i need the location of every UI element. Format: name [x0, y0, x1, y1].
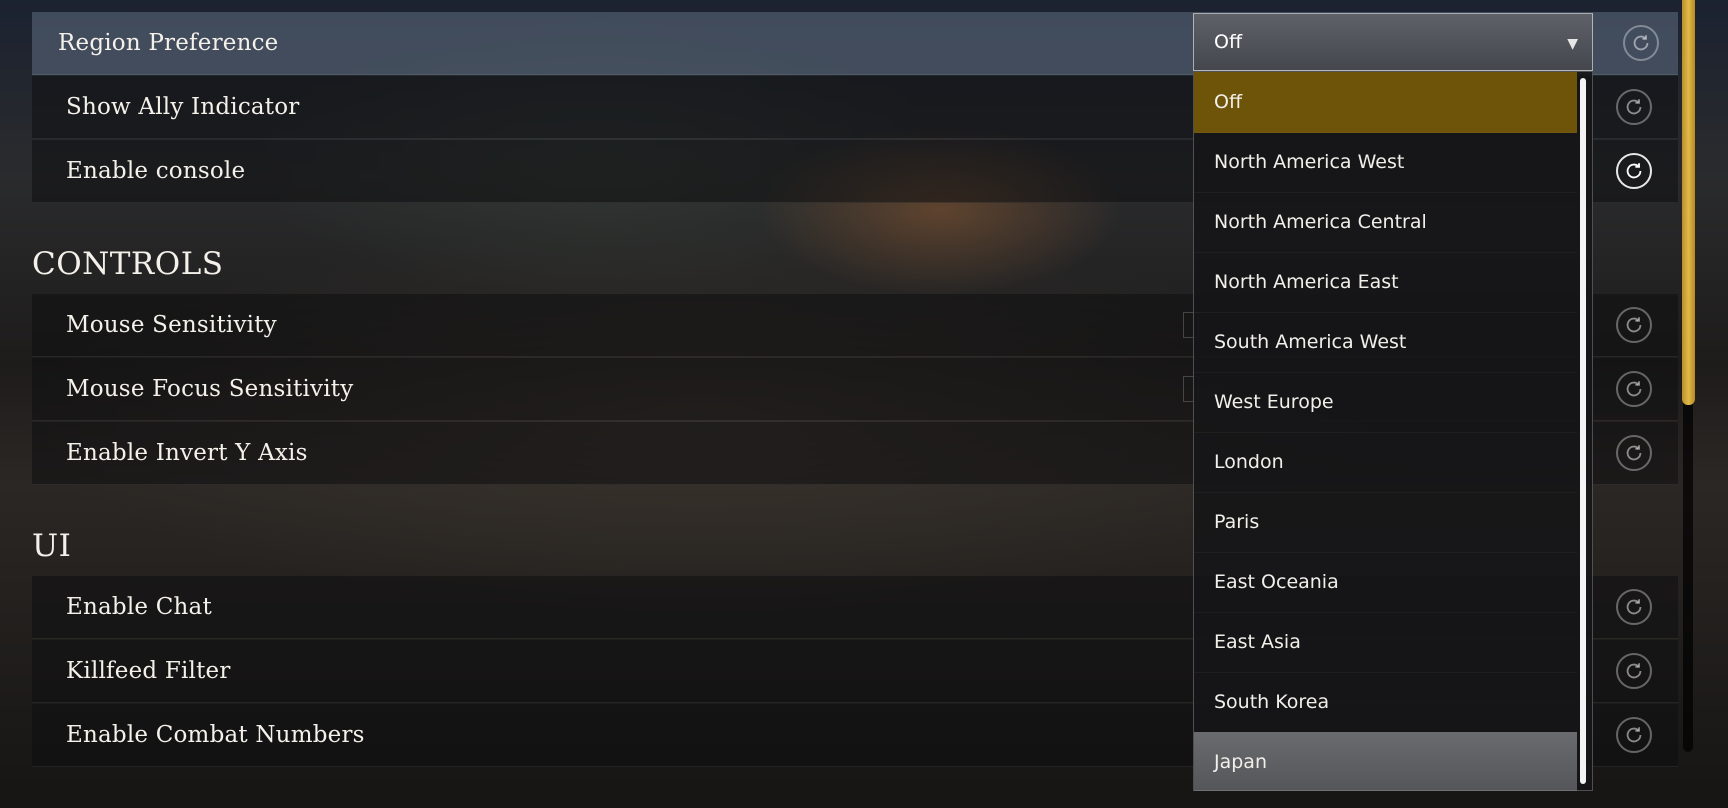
- dropdown-option-west-europe[interactable]: West Europe: [1194, 372, 1577, 433]
- reset-button-enable-console[interactable]: [1616, 153, 1652, 189]
- dropdown-option-south-america-west[interactable]: South America West: [1194, 312, 1577, 373]
- section-title-ui: UI: [32, 528, 72, 564]
- option-label: Japan: [1214, 751, 1267, 773]
- reset-icon: [1626, 727, 1642, 743]
- dropdown-option-paris[interactable]: Paris: [1194, 492, 1577, 553]
- dropdown-option-north-america-central[interactable]: North America Central: [1194, 192, 1577, 253]
- dropdown-option-north-america-east[interactable]: North America East: [1194, 252, 1577, 313]
- reset-icon: [1626, 599, 1642, 615]
- reset-button-mouse-focus-sensitivity[interactable]: [1616, 371, 1652, 407]
- setting-label: Mouse Focus Sensitivity: [66, 376, 354, 402]
- region-dropdown-list: Off North America West North America Cen…: [1193, 71, 1593, 791]
- option-label: East Asia: [1214, 631, 1301, 653]
- caret-down-icon: ▼: [1567, 36, 1578, 52]
- reset-button-show-ally-indicator[interactable]: [1616, 89, 1652, 125]
- dropdown-option-london[interactable]: London: [1194, 432, 1577, 493]
- reset-icon: [1626, 99, 1642, 115]
- reset-button-enable-chat[interactable]: [1616, 589, 1652, 625]
- setting-label: Enable Invert Y Axis: [66, 440, 308, 466]
- dropdown-option-east-oceania[interactable]: East Oceania: [1194, 552, 1577, 613]
- section-title-controls: CONTROLS: [32, 246, 224, 282]
- dropdown-option-north-america-west[interactable]: North America West: [1194, 132, 1577, 193]
- page-scrollbar-thumb[interactable]: [1682, 0, 1695, 405]
- reset-icon: [1633, 35, 1649, 51]
- dropdown-option-japan[interactable]: Japan: [1194, 732, 1577, 791]
- setting-label: Enable Chat: [66, 594, 212, 620]
- setting-label: Killfeed Filter: [66, 658, 231, 684]
- reset-icon: [1626, 163, 1642, 179]
- setting-label: Enable Combat Numbers: [66, 722, 365, 748]
- dropdown-option-east-asia[interactable]: East Asia: [1194, 612, 1577, 673]
- reset-icon: [1626, 445, 1642, 461]
- reset-icon: [1626, 381, 1642, 397]
- option-label: London: [1214, 451, 1284, 473]
- select-current-value: Off: [1214, 31, 1243, 53]
- dropdown-scrollbar[interactable]: [1580, 78, 1586, 784]
- setting-label: Region Preference: [58, 30, 279, 56]
- reset-icon: [1626, 317, 1642, 333]
- setting-label: Enable console: [66, 158, 246, 184]
- dropdown-option-off[interactable]: Off: [1194, 72, 1577, 133]
- reset-button-enable-invert-y[interactable]: [1616, 435, 1652, 471]
- option-label: North America East: [1214, 271, 1399, 293]
- option-label: South America West: [1214, 331, 1407, 353]
- reset-button-enable-combat-numbers[interactable]: [1616, 717, 1652, 753]
- option-label: Paris: [1214, 511, 1260, 533]
- option-label: North America Central: [1214, 211, 1427, 233]
- option-label: North America West: [1214, 151, 1405, 173]
- reset-button-killfeed-filter[interactable]: [1616, 653, 1652, 689]
- reset-button-mouse-sensitivity[interactable]: [1616, 307, 1652, 343]
- option-label: Off: [1214, 91, 1243, 113]
- setting-label: Mouse Sensitivity: [66, 312, 277, 338]
- option-label: West Europe: [1214, 391, 1334, 413]
- setting-label: Show Ally Indicator: [66, 94, 300, 120]
- option-label: East Oceania: [1214, 571, 1339, 593]
- reset-button-region-preference[interactable]: [1623, 25, 1659, 61]
- region-preference-select[interactable]: Off ▼: [1193, 13, 1593, 71]
- option-label: South Korea: [1214, 691, 1330, 713]
- reset-icon: [1626, 663, 1642, 679]
- dropdown-option-south-korea[interactable]: South Korea: [1194, 672, 1577, 733]
